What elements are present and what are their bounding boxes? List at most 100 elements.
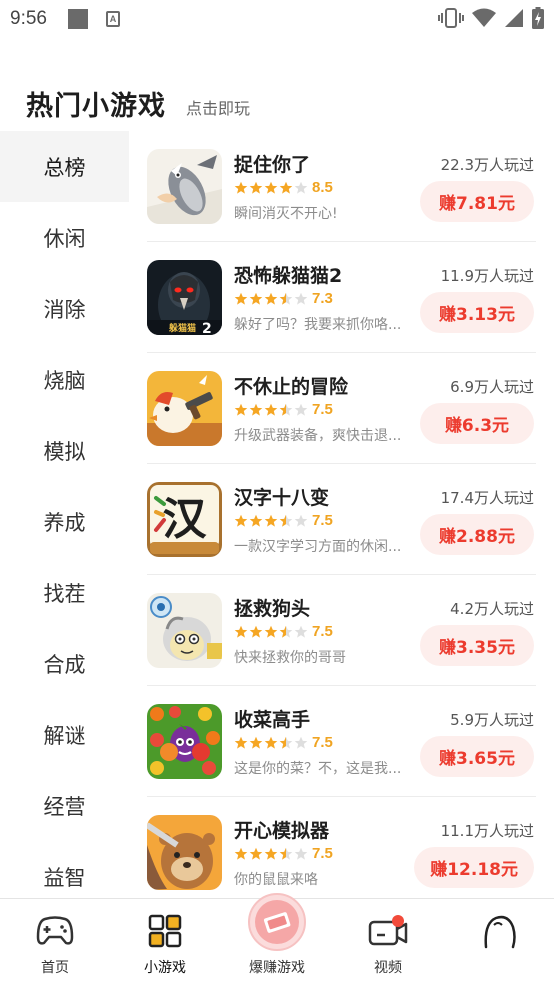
game-row[interactable]: 不休止的冒险 7.5 升级武器装备，爽快击退... 6.9万人玩过 赚6.3元 (130, 353, 554, 464)
earn-button[interactable]: 赚3.13元 (420, 292, 534, 333)
sidebar-item-spot-difference[interactable]: 找茬 (0, 557, 129, 628)
sidebar-item-simulation[interactable]: 模拟 (0, 415, 129, 486)
star-empty-icon (294, 736, 308, 749)
sidebar-item-all[interactable]: 总榜 (0, 131, 129, 202)
star-empty-icon (294, 847, 308, 860)
game-row[interactable]: 拯救狗头 7.5 快来拯救你的哥哥 4.2万人玩过 赚3.35元 (130, 575, 554, 686)
earn-button[interactable]: 赚6.3元 (420, 403, 534, 444)
earn-button[interactable]: 赚12.18元 (414, 847, 534, 888)
sidebar-item-brain[interactable]: 烧脑 (0, 344, 129, 415)
star-full-icon (249, 514, 263, 527)
star-full-icon (234, 847, 248, 860)
play-count: 17.4万人玩过 (440, 489, 534, 507)
game-title: 开心模拟器 (234, 820, 330, 842)
game-thumbnail-endless-adventure[interactable] (147, 371, 222, 446)
game-thumbnail-hide-seek[interactable]: 躲猫猫 2 (147, 260, 222, 335)
nav-mini-games[interactable]: 小游戏 (110, 899, 220, 984)
sidebar-item-label: 找茬 (43, 581, 86, 606)
game-description: 瞬间消灭不开心! (234, 206, 338, 222)
star-full-icon (264, 847, 278, 860)
vibrate-icon (438, 8, 464, 28)
thumb-title: 躲猫猫 (169, 322, 196, 334)
star-full-icon (249, 181, 263, 194)
sidebar-item-management[interactable]: 经营 (0, 770, 129, 841)
nav-video[interactable]: 视频 (333, 899, 443, 984)
game-thumbnail-happy-simulator[interactable] (147, 815, 222, 890)
earn-button[interactable]: 赚2.88元 (420, 514, 534, 555)
game-row[interactable]: 汉 汉字十八变 7.5 一款汉字学习方面的休闲... 17.4万人玩过 赚2.8… (130, 464, 554, 575)
play-count: 22.3万人玩过 (440, 156, 534, 174)
battery-icon (532, 7, 544, 29)
status-right-icons (438, 7, 544, 29)
sidebar-item-puzzle[interactable]: 解谜 (0, 699, 129, 770)
sidebar-item-raising[interactable]: 养成 (0, 486, 129, 557)
profile-icon (484, 915, 516, 949)
rating-score: 7.5 (312, 734, 333, 751)
game-description: 你的鼠鼠来咯 (234, 872, 318, 888)
money-badge (248, 893, 306, 951)
game-title: 汉字十八变 (234, 487, 330, 509)
game-row[interactable]: 躲猫猫 2 恐怖躲猫猫2 7.3 躲好了吗？我要来抓你咯... 11.9万人玩过… (130, 242, 554, 353)
rating-score: 7.5 (312, 512, 333, 529)
sidebar-item-label: 休闲 (43, 226, 86, 251)
star-half-icon (279, 292, 293, 305)
play-count: 5.9万人玩过 (450, 711, 534, 729)
star-full-icon (234, 736, 248, 749)
star-empty-icon (294, 514, 308, 527)
sidebar-item-merge[interactable]: 合成 (0, 628, 129, 699)
sidebar-item-intellect[interactable]: 益智 (0, 841, 129, 898)
game-thumbnail-hanzi[interactable]: 汉 (147, 482, 222, 557)
nav-label: 首页 (41, 960, 69, 976)
star-empty-icon (294, 181, 308, 194)
star-rating: 7.5 (234, 401, 333, 418)
game-thumbnail-save-dog[interactable] (147, 593, 222, 668)
star-full-icon (249, 292, 263, 305)
game-thumbnail-catch[interactable] (147, 149, 222, 224)
rating-score: 7.5 (312, 845, 333, 862)
sidebar-item-label: 总榜 (43, 155, 86, 180)
play-count: 11.9万人玩过 (440, 267, 534, 285)
star-full-icon (264, 181, 278, 194)
star-rating: 7.5 (234, 512, 333, 529)
page-title: 热门小游戏 (26, 91, 166, 122)
star-full-icon (234, 514, 248, 527)
sidebar-item-label: 养成 (43, 510, 86, 535)
thumb-number: 2 (202, 321, 212, 335)
sidebar-item-label: 解谜 (43, 723, 86, 748)
star-full-icon (249, 736, 263, 749)
status-time: 9:56 (10, 8, 47, 29)
nav-profile[interactable] (444, 899, 554, 984)
sidebar-item-label: 模拟 (43, 439, 86, 464)
nav-hot-earn[interactable]: 爆赚游戏 (222, 893, 332, 984)
star-half-icon (279, 736, 293, 749)
sidebar-item-match[interactable]: 消除 (0, 273, 129, 344)
game-title: 恐怖躲猫猫2 (234, 265, 343, 287)
game-list: 捉住你了 8.5 瞬间消灭不开心! 22.3万人玩过 赚7.81元 躲猫猫 2 … (130, 131, 554, 898)
notification-a-icon: A (106, 11, 120, 27)
star-rating: 8.5 (234, 179, 333, 196)
star-full-icon (264, 292, 278, 305)
money-icon (255, 900, 299, 944)
play-count: 6.9万人玩过 (450, 378, 534, 396)
earn-button[interactable]: 赚3.35元 (420, 625, 534, 666)
bottom-navigation: 首页 小游戏 爆赚游戏 视频 (0, 893, 554, 984)
game-title: 拯救狗头 (234, 598, 311, 620)
earn-button[interactable]: 赚3.65元 (420, 736, 534, 777)
star-full-icon (264, 514, 278, 527)
star-empty-icon (294, 403, 308, 416)
nav-home[interactable]: 首页 (0, 899, 110, 984)
star-full-icon (249, 403, 263, 416)
star-full-icon (249, 847, 263, 860)
star-rating: 7.5 (234, 734, 333, 751)
nav-label: 爆赚游戏 (249, 960, 305, 976)
thumb-glyph: 汉 (163, 494, 208, 545)
game-row[interactable]: 捉住你了 8.5 瞬间消灭不开心! 22.3万人玩过 赚7.81元 (130, 131, 554, 242)
game-row[interactable]: 收菜高手 7.5 这是你的菜？不，这是我... 5.9万人玩过 赚3.65元 (130, 686, 554, 797)
page-subtitle: 点击即玩 (186, 99, 251, 118)
earn-button[interactable]: 赚7.81元 (420, 181, 534, 222)
game-row[interactable]: 开心模拟器 7.5 你的鼠鼠来咯 11.1万人玩过 赚12.18元 (130, 797, 554, 898)
game-thumbnail-veggie-master[interactable] (147, 704, 222, 779)
star-empty-icon (294, 625, 308, 638)
sidebar-item-casual[interactable]: 休闲 (0, 202, 129, 273)
rating-score: 7.3 (312, 290, 333, 307)
